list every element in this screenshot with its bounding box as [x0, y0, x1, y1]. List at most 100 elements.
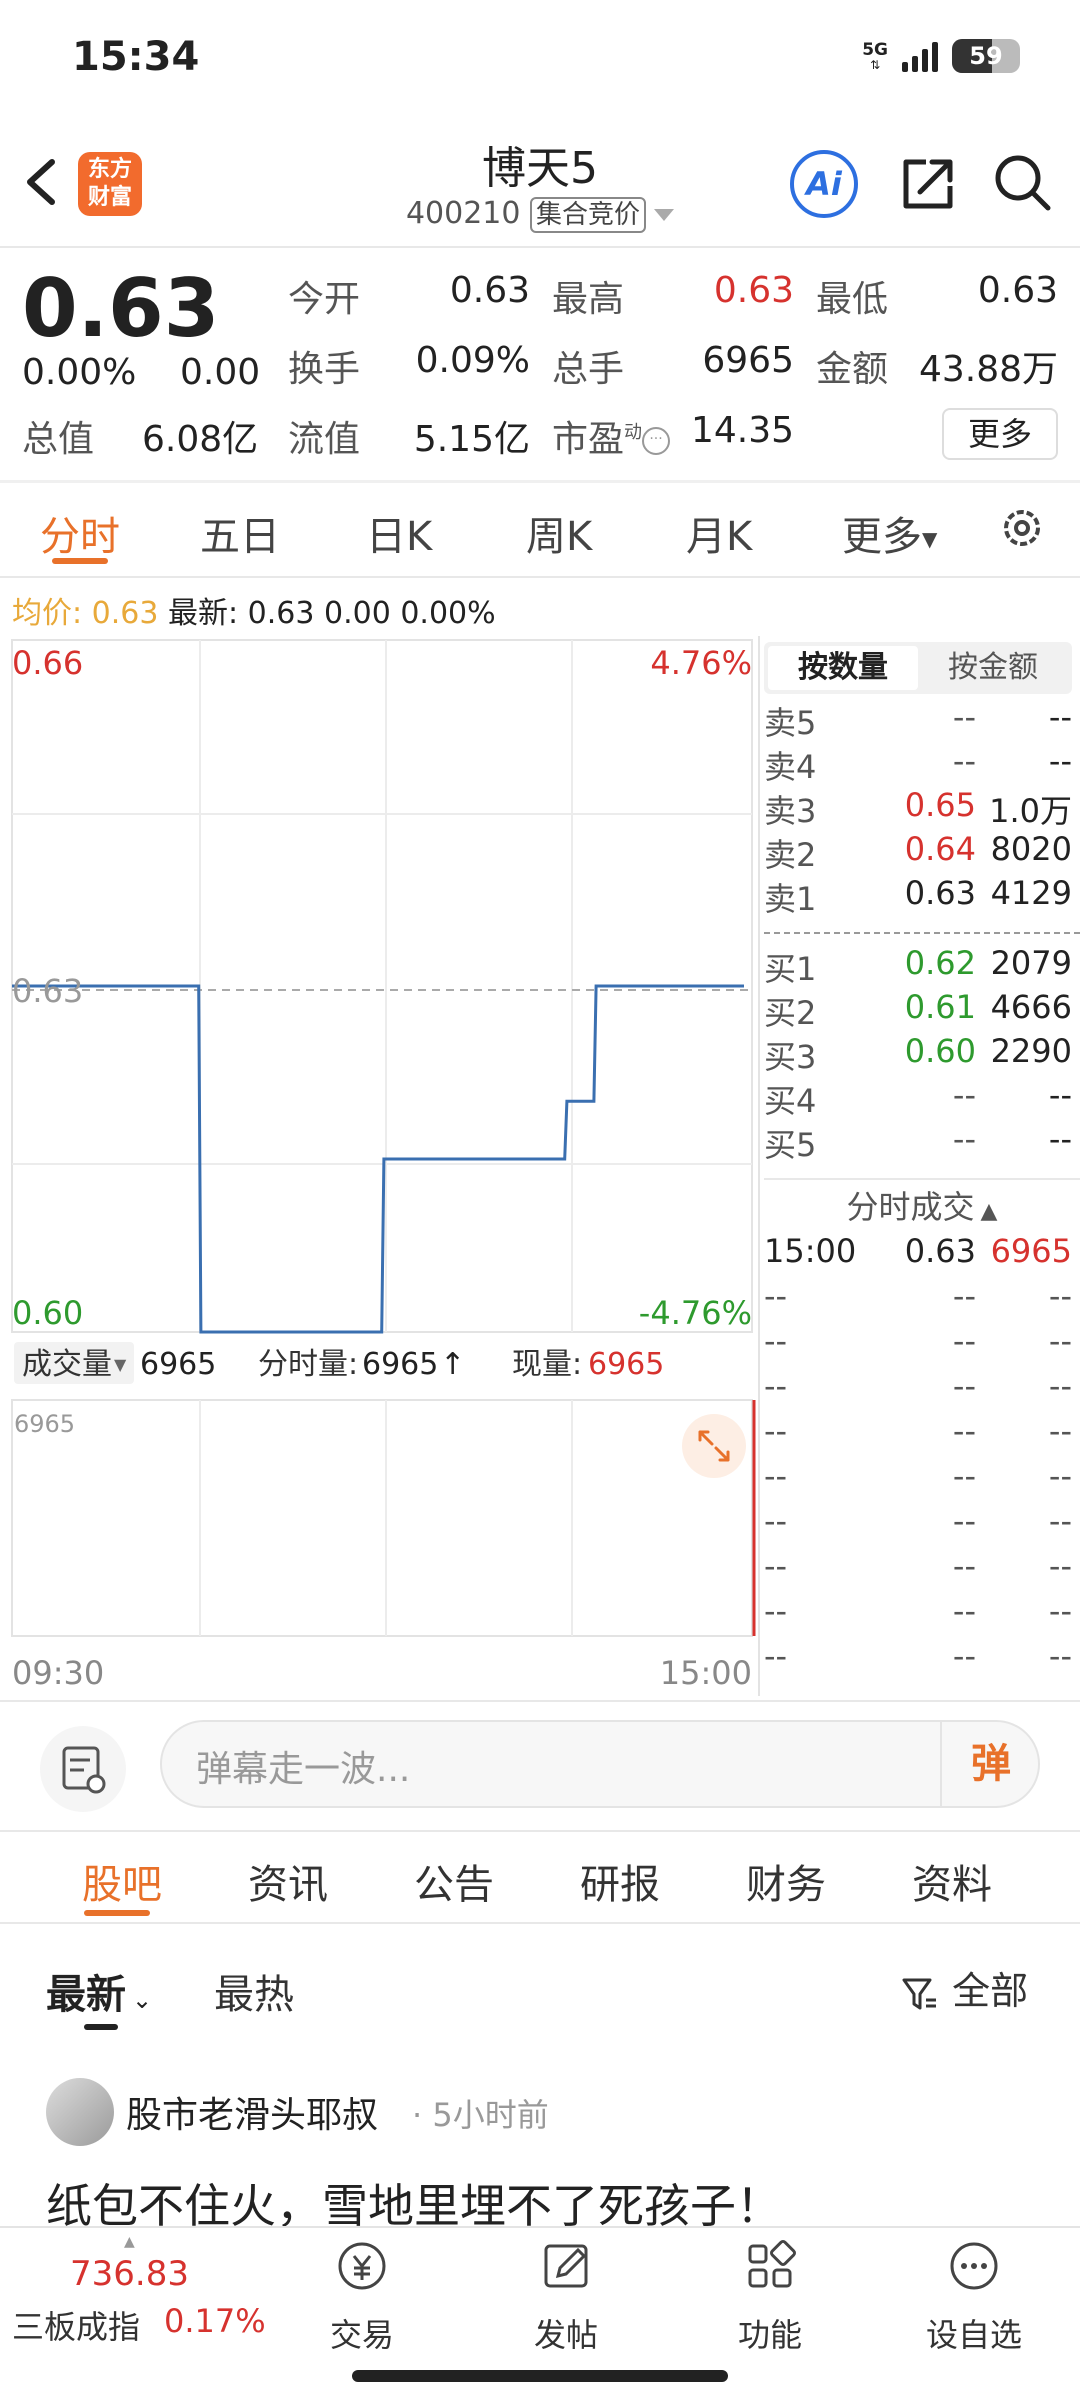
danmaku-bottom-divider — [0, 1830, 1080, 1832]
tab-timeshare[interactable]: 分时 — [40, 504, 120, 562]
trade-price: -- — [952, 1322, 976, 1360]
more-button[interactable]: 更多 — [942, 408, 1058, 460]
trade-price: -- — [952, 1457, 976, 1495]
volume-total: 6965 — [140, 1347, 216, 1382]
back-icon[interactable] — [20, 150, 64, 214]
turnover-value: 0.09% — [415, 340, 530, 381]
price-line — [12, 984, 744, 1334]
expand-button[interactable] — [682, 1414, 746, 1478]
trading-phase-tag: 集合竞价 — [530, 197, 647, 233]
post-author[interactable]: 股市老滑头耶叔 — [126, 2086, 378, 2138]
sort-newest[interactable]: 最新 ⌄ — [46, 1962, 152, 2020]
ask-volume: -- — [1048, 698, 1072, 736]
filter-icon — [902, 1978, 936, 2009]
current-price: 0.63 — [22, 262, 220, 355]
trade-icon — [338, 2242, 386, 2290]
up-arrow-icon: ↑ — [440, 1347, 465, 1382]
trade-price: -- — [952, 1277, 976, 1315]
stock-subtitle[interactable]: 400210 集合竞价 — [340, 196, 740, 233]
tab-forum[interactable]: 股吧 — [82, 1852, 162, 1910]
ask-volume: -- — [1048, 742, 1072, 780]
bottom-tabs-divider — [0, 1922, 1080, 1924]
trade-row: -- -- -- — [764, 1322, 1080, 1366]
latest-pct: 0.00% — [400, 596, 496, 631]
tab-monthly-k[interactable]: 月K — [686, 504, 752, 562]
bid-volume: -- — [1048, 1076, 1072, 1114]
bid-level-label: 买2 — [764, 994, 817, 1032]
nav-post[interactable]: 发帖 — [496, 2236, 636, 2356]
home-indicator[interactable] — [352, 2370, 728, 2382]
tab-five-day[interactable]: 五日 — [200, 504, 280, 562]
timeshare-chart[interactable]: 0.66 0.63 0.60 4.76% -4.76% 成交量 ▼ 6965 分… — [0, 636, 760, 1696]
trade-volume: -- — [1048, 1412, 1072, 1450]
x-end-label: 15:00 — [660, 1654, 752, 1692]
bid-price: -- — [952, 1076, 976, 1114]
filter-button[interactable]: 全部 — [900, 1960, 1028, 2015]
x-start-label: 09:30 — [12, 1654, 104, 1692]
tab-news[interactable]: 资讯 — [248, 1852, 328, 1910]
trade-time: -- — [764, 1637, 788, 1675]
status-icons: 5G ⇅ 59 — [862, 34, 1020, 78]
bid-price: 0.62 — [904, 944, 976, 982]
forum-tab-underline — [84, 1910, 150, 1916]
gear-icon[interactable] — [998, 504, 1046, 552]
period-volume: 6965 — [362, 1347, 438, 1382]
danmaku-button[interactable]: 弹 — [940, 1720, 1040, 1808]
nav-trade[interactable]: 交易 — [292, 2236, 432, 2356]
tab-announcements[interactable]: 公告 — [414, 1852, 494, 1910]
trade-row: -- -- -- — [764, 1367, 1080, 1411]
trade-volume: -- — [1048, 1322, 1072, 1360]
sort-hot[interactable]: 最热 — [214, 1962, 294, 2020]
tab-weekly-k[interactable]: 周K — [526, 504, 592, 562]
pe-label[interactable]: 市盈动 ··· — [552, 410, 671, 462]
network-indicator: 5G ⇅ — [862, 39, 888, 72]
float-value-label: 流值 — [288, 419, 361, 460]
post-time: · 5小时前 — [412, 2096, 549, 2134]
open-label: 今开 — [288, 279, 361, 320]
tab-by-quantity[interactable]: 按数量 — [768, 646, 918, 690]
notes-icon[interactable] — [40, 1726, 126, 1812]
tab-by-amount[interactable]: 按金额 — [918, 646, 1068, 690]
ask-volume: 8020 — [990, 830, 1072, 868]
trade-time: -- — [764, 1592, 788, 1630]
trade-volume: -- — [1048, 1547, 1072, 1585]
ai-assistant-icon[interactable]: Ai — [790, 150, 858, 218]
ask-row: 卖1 0.63 4129 — [764, 874, 1080, 918]
ask-level-label: 卖4 — [764, 748, 817, 786]
trade-price: -- — [952, 1502, 976, 1540]
nav-add-watchlist[interactable]: 设自选 — [904, 2236, 1044, 2356]
ask-price: -- — [952, 742, 976, 780]
tab-profile[interactable]: 资料 — [912, 1852, 992, 1910]
tab-more[interactable]: 更多▼ — [842, 504, 937, 562]
market-value: 6.08亿 — [142, 419, 259, 460]
avatar[interactable] — [46, 2078, 114, 2146]
header-divider — [0, 246, 1080, 248]
share-icon[interactable] — [896, 152, 960, 216]
trade-price: 0.63 — [904, 1232, 976, 1270]
ask-volume: 1.0万 — [989, 792, 1072, 830]
trade-time: 15:00 — [764, 1232, 857, 1270]
bid-volume: 2290 — [990, 1032, 1072, 1070]
chevron-down-icon: ⌄ — [132, 1986, 153, 2014]
trade-volume: -- — [1048, 1592, 1072, 1630]
ask-level-label: 卖5 — [764, 704, 817, 742]
tab-financials[interactable]: 财务 — [746, 1852, 826, 1910]
index-value[interactable]: 736.83 — [70, 2254, 189, 2294]
ask-volume: 4129 — [990, 874, 1072, 912]
change-amount: 0.00 — [180, 352, 261, 393]
tab-underline — [52, 558, 108, 564]
nav-functions[interactable]: 功能 — [700, 2236, 840, 2356]
tab-daily-k[interactable]: 日K — [366, 504, 432, 562]
trades-title[interactable]: 分时成交 ▲ — [764, 1182, 1080, 1228]
bid-level-label: 买5 — [764, 1126, 817, 1164]
market-value-label: 总值 — [22, 419, 95, 460]
trade-row: -- -- -- — [764, 1547, 1080, 1591]
tab-research[interactable]: 研报 — [580, 1852, 660, 1910]
price-summary-row: 均价: 0.63 最新: 0.63 0.00 0.00% — [12, 588, 496, 632]
trade-time: -- — [764, 1367, 788, 1405]
search-icon[interactable] — [990, 150, 1054, 214]
index-pct: 0.17% — [164, 2302, 266, 2340]
trade-time: -- — [764, 1322, 788, 1360]
danmaku-placeholder: 弹幕走一波... — [196, 1749, 411, 1790]
trade-row: -- -- -- — [764, 1412, 1080, 1456]
